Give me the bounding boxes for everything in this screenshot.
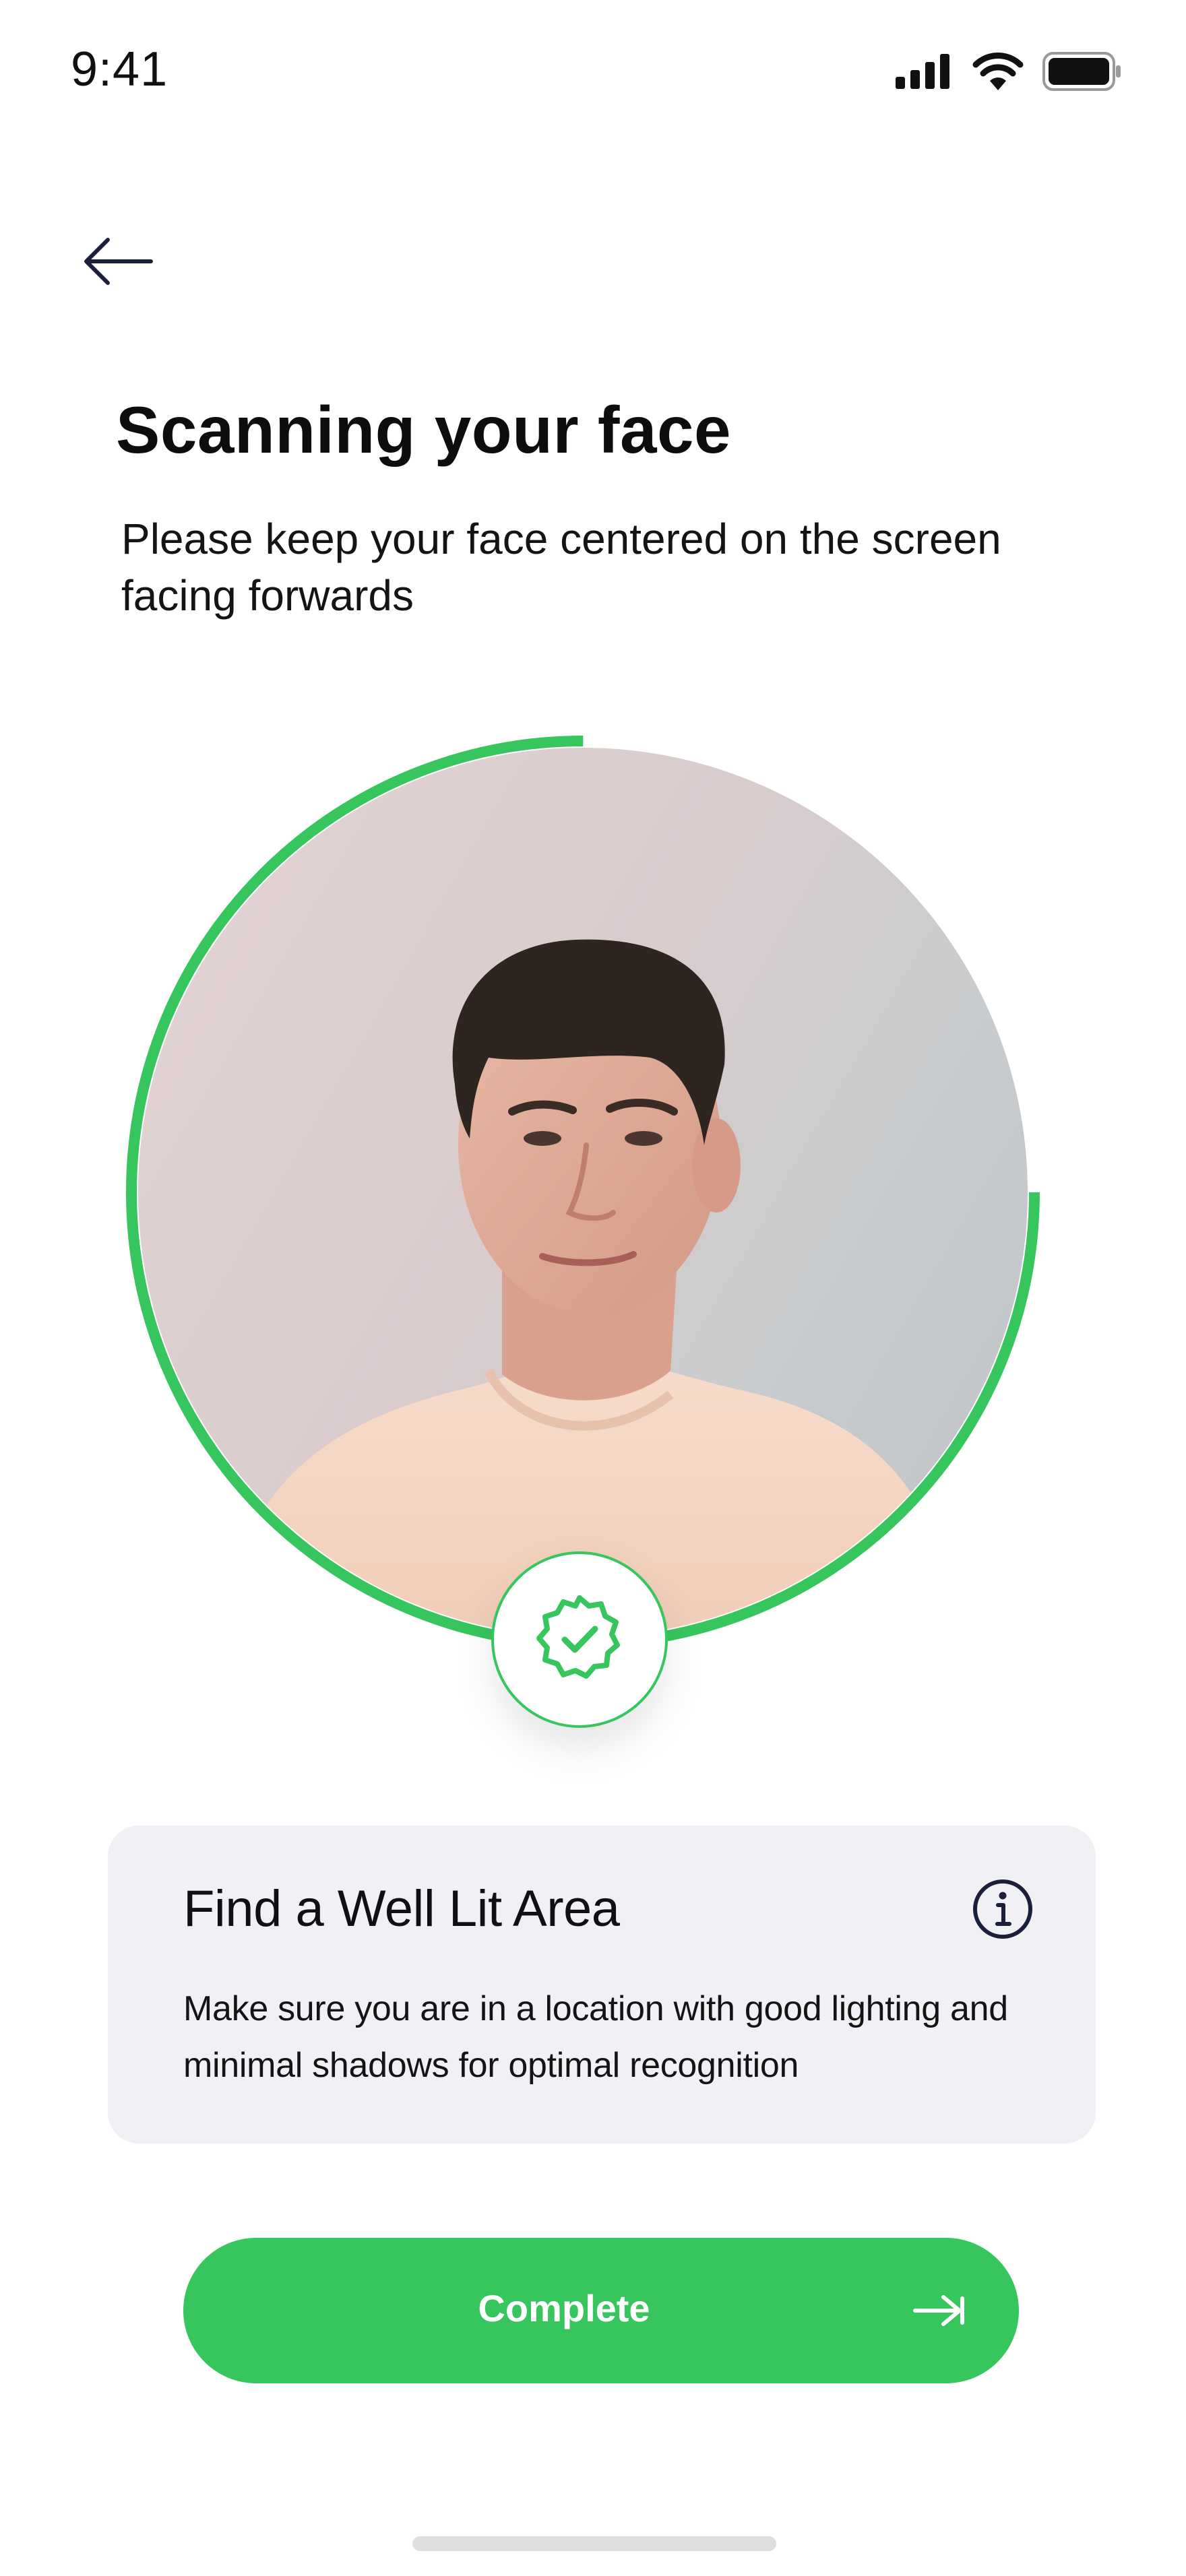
- signal-icon: [896, 53, 954, 92]
- status-bar: 9:41: [0, 0, 1186, 145]
- verified-badge: [491, 1551, 668, 1728]
- verified-badge-icon: [532, 1591, 627, 1689]
- complete-button[interactable]: Complete: [183, 2238, 1019, 2383]
- home-indicator: [412, 2536, 776, 2551]
- battery-icon: [1042, 51, 1122, 94]
- lighting-tip-card: Find a Well Lit Area Make sure you are i…: [108, 1826, 1096, 2144]
- arrow-left-icon: [81, 236, 155, 290]
- status-icons: [896, 51, 1122, 94]
- back-button[interactable]: [81, 229, 162, 296]
- page-title: Scanning your face: [116, 393, 732, 467]
- status-time: 9:41: [71, 42, 168, 96]
- scan-progress-ring: [126, 736, 1040, 1649]
- tip-description: Make sure you are in a location with goo…: [183, 1989, 1008, 2085]
- complete-button-label: Complete: [478, 2287, 650, 2329]
- arrow-right-icon: [912, 2293, 966, 2328]
- wifi-icon: [972, 52, 1024, 94]
- tip-title: Find a Well Lit Area: [183, 1880, 620, 1937]
- info-icon[interactable]: [972, 1878, 1034, 1940]
- page-subtitle: Please keep your face centered on the sc…: [121, 515, 1001, 620]
- face-scanner: [121, 731, 1044, 1654]
